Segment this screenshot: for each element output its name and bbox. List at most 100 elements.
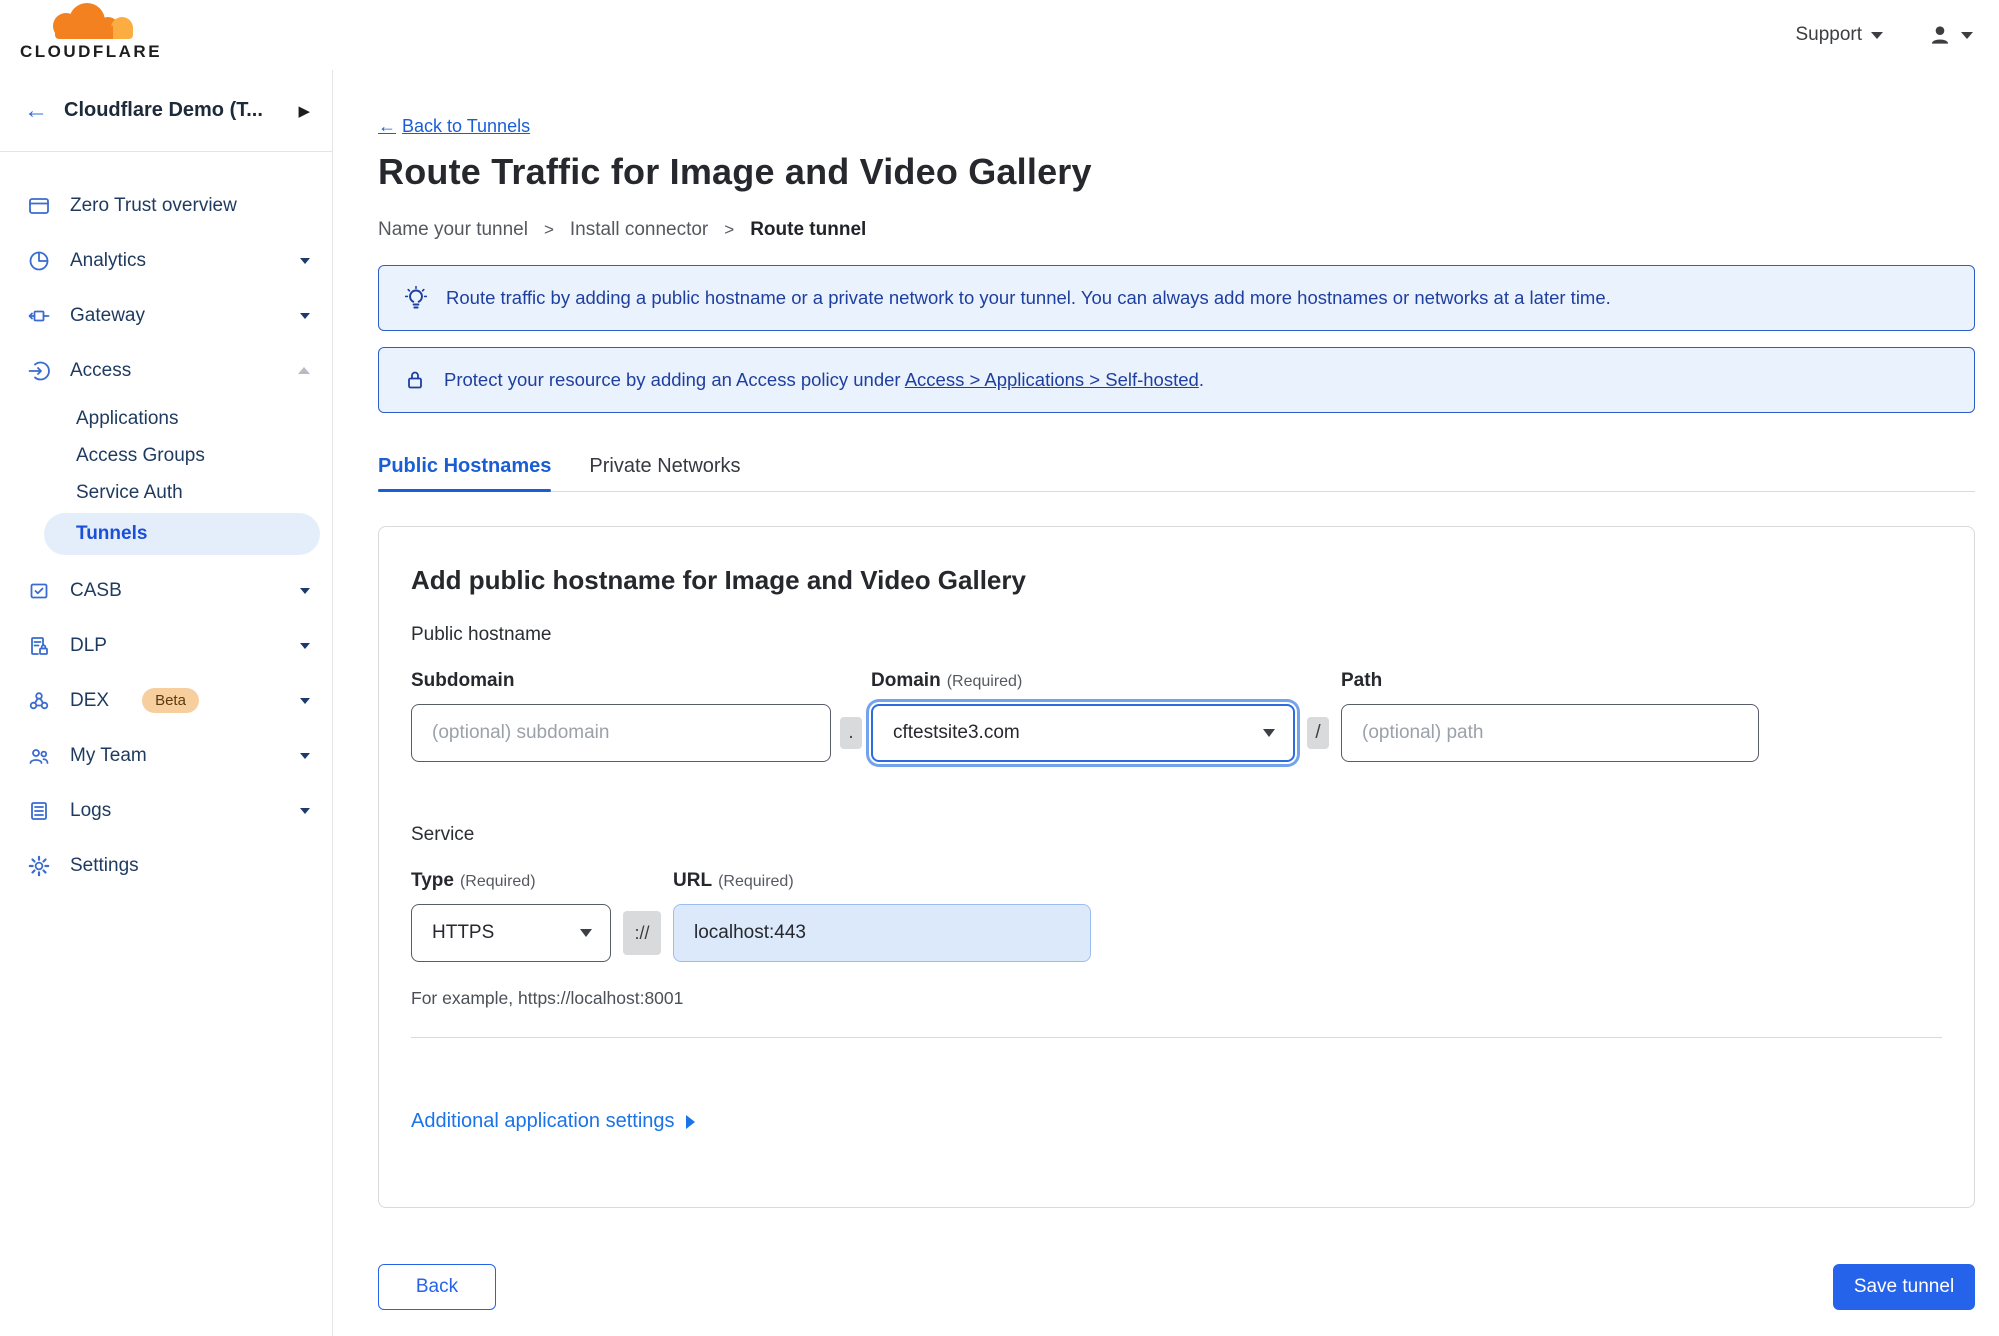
- sidebar-item-service-auth[interactable]: Service Auth: [0, 474, 332, 511]
- chevron-down-icon: [580, 929, 592, 937]
- logs-icon: [26, 798, 51, 823]
- sidebar-item-applications[interactable]: Applications: [0, 400, 332, 437]
- page-title: Route Traffic for Image and Video Galler…: [378, 151, 1092, 192]
- protect-text-suffix: .: [1198, 369, 1204, 390]
- chevron-right-icon[interactable]: ▶: [298, 102, 310, 120]
- sidebar-item-casb[interactable]: CASB: [0, 563, 332, 618]
- domain-label-text: Domain: [871, 670, 941, 691]
- subdomain-input[interactable]: [411, 704, 831, 762]
- domain-label: Domain (Required): [871, 670, 1295, 692]
- subdomain-label: Subdomain: [411, 670, 515, 691]
- chevron-down-icon: [300, 257, 310, 264]
- type-label: Type (Required): [411, 870, 611, 892]
- chevron-down-icon: [1263, 729, 1275, 737]
- sidebar-item-dlp[interactable]: DLP: [0, 618, 332, 673]
- sidebar-item-analytics[interactable]: Analytics: [0, 233, 332, 288]
- domain-select-value: cftestsite3.com: [893, 722, 1020, 743]
- additional-settings-label: Additional application settings: [411, 1110, 675, 1132]
- path-input[interactable]: [1341, 704, 1759, 762]
- path-label: Path: [1341, 670, 1383, 691]
- user-menu[interactable]: [1927, 22, 1973, 48]
- slash-separator: /: [1307, 717, 1329, 749]
- tab-bar: Public Hostnames Private Networks: [378, 455, 1975, 492]
- card-heading: Add public hostname for Image and Video …: [411, 565, 1026, 595]
- sidebar-nav: Zero Trust overview Analytics Gateway Ac…: [0, 152, 332, 893]
- type-label-text: Type: [411, 870, 454, 891]
- sidebar-item-my-team[interactable]: My Team: [0, 728, 332, 783]
- gateway-icon: [26, 303, 51, 328]
- save-tunnel-button[interactable]: Save tunnel: [1833, 1264, 1975, 1310]
- sidebar-item-dex[interactable]: DEX Beta: [0, 673, 332, 728]
- account-switcher[interactable]: ← Cloudflare Demo (T... ▶: [0, 70, 332, 152]
- chevron-up-icon: [298, 367, 310, 374]
- lock-icon: [403, 368, 427, 392]
- sidebar-item-label: DLP: [70, 634, 107, 656]
- casb-icon: [26, 578, 51, 603]
- required-hint: (Required): [718, 873, 794, 890]
- sidebar-item-label: Zero Trust overview: [70, 194, 237, 216]
- main-content: ← Back to Tunnels Route Traffic for Imag…: [333, 70, 1999, 1336]
- overview-icon: [26, 193, 51, 218]
- account-name: Cloudflare Demo (T...: [64, 99, 263, 121]
- user-icon: [1931, 26, 1949, 44]
- service-type-select[interactable]: HTTPS: [411, 904, 611, 962]
- tab-public-hostnames[interactable]: Public Hostnames: [378, 455, 552, 492]
- sidebar-item-gateway[interactable]: Gateway: [0, 288, 332, 343]
- sidebar-item-label: CASB: [70, 579, 122, 601]
- sidebar-item-label: Applications: [76, 407, 179, 429]
- sidebar-item-logs[interactable]: Logs: [0, 783, 332, 838]
- tip-banner: Route traffic by adding a public hostnam…: [378, 265, 1975, 331]
- team-icon: [26, 743, 51, 768]
- dot-separator: .: [840, 717, 862, 749]
- hostname-card: Add public hostname for Image and Video …: [378, 526, 1975, 1208]
- access-applications-link[interactable]: Access > Applications > Self-hosted: [905, 369, 1199, 390]
- service-label: Service: [411, 824, 475, 845]
- breadcrumb: Name your tunnel > Install connector > R…: [378, 219, 1975, 241]
- beta-badge: Beta: [142, 688, 199, 713]
- protect-banner-text: Protect your resource by adding an Acces…: [444, 369, 1204, 391]
- step-route-tunnel: Route tunnel: [750, 219, 867, 240]
- chevron-down-icon: [1961, 31, 1973, 39]
- sidebar-item-label: My Team: [70, 744, 147, 766]
- card-divider: [411, 1037, 1942, 1038]
- sidebar-item-access-groups[interactable]: Access Groups: [0, 437, 332, 474]
- chevron-down-icon: [300, 697, 310, 704]
- tab-private-networks[interactable]: Private Networks: [589, 455, 740, 491]
- chevron-right-icon: [685, 1114, 695, 1129]
- step-name-your-tunnel[interactable]: Name your tunnel: [378, 219, 528, 241]
- sidebar-item-settings[interactable]: Settings: [0, 838, 332, 893]
- domain-select[interactable]: cftestsite3.com: [871, 704, 1295, 762]
- sidebar-item-zero-trust-overview[interactable]: Zero Trust overview: [0, 178, 332, 233]
- lightbulb-icon: [403, 285, 429, 311]
- back-button[interactable]: Back: [378, 1264, 496, 1310]
- step-install-connector[interactable]: Install connector: [570, 219, 708, 241]
- sidebar-item-tunnels[interactable]: Tunnels: [44, 513, 320, 555]
- sidebar-item-access[interactable]: Access: [0, 343, 332, 398]
- breadcrumb-separator: >: [543, 220, 554, 239]
- breadcrumb-separator: >: [724, 220, 735, 239]
- sidebar-item-label: Settings: [70, 854, 139, 876]
- additional-settings-toggle[interactable]: Additional application settings: [411, 1110, 695, 1133]
- required-hint: (Required): [946, 673, 1023, 690]
- footer-actions: Back Save tunnel: [378, 1264, 1975, 1336]
- chevron-down-icon: [300, 312, 310, 319]
- back-arrow-icon[interactable]: ←: [24, 98, 48, 123]
- service-url-input[interactable]: [673, 904, 1091, 962]
- top-bar: CLOUDFLARE Support: [0, 0, 1999, 70]
- support-menu[interactable]: Support: [1795, 24, 1883, 46]
- access-icon: [26, 358, 51, 383]
- back-link-label: Back to Tunnels: [402, 116, 531, 136]
- sidebar-item-label: Logs: [70, 799, 112, 821]
- url-label-text: URL: [673, 870, 713, 891]
- back-arrow-icon: ←: [378, 116, 396, 136]
- back-to-tunnels-link[interactable]: ← Back to Tunnels: [378, 116, 530, 137]
- chevron-down-icon: [300, 807, 310, 814]
- scheme-separator: ://: [623, 911, 661, 955]
- chevron-down-icon: [300, 587, 310, 594]
- dlp-icon: [26, 633, 51, 658]
- sidebar-item-label: Access Groups: [76, 444, 205, 466]
- sidebar-item-label: Analytics: [70, 249, 147, 271]
- tip-banner-text: Route traffic by adding a public hostnam…: [446, 287, 1611, 308]
- sidebar: ← Cloudflare Demo (T... ▶ Zero Trust ove…: [0, 70, 333, 1336]
- support-label: Support: [1795, 24, 1862, 45]
